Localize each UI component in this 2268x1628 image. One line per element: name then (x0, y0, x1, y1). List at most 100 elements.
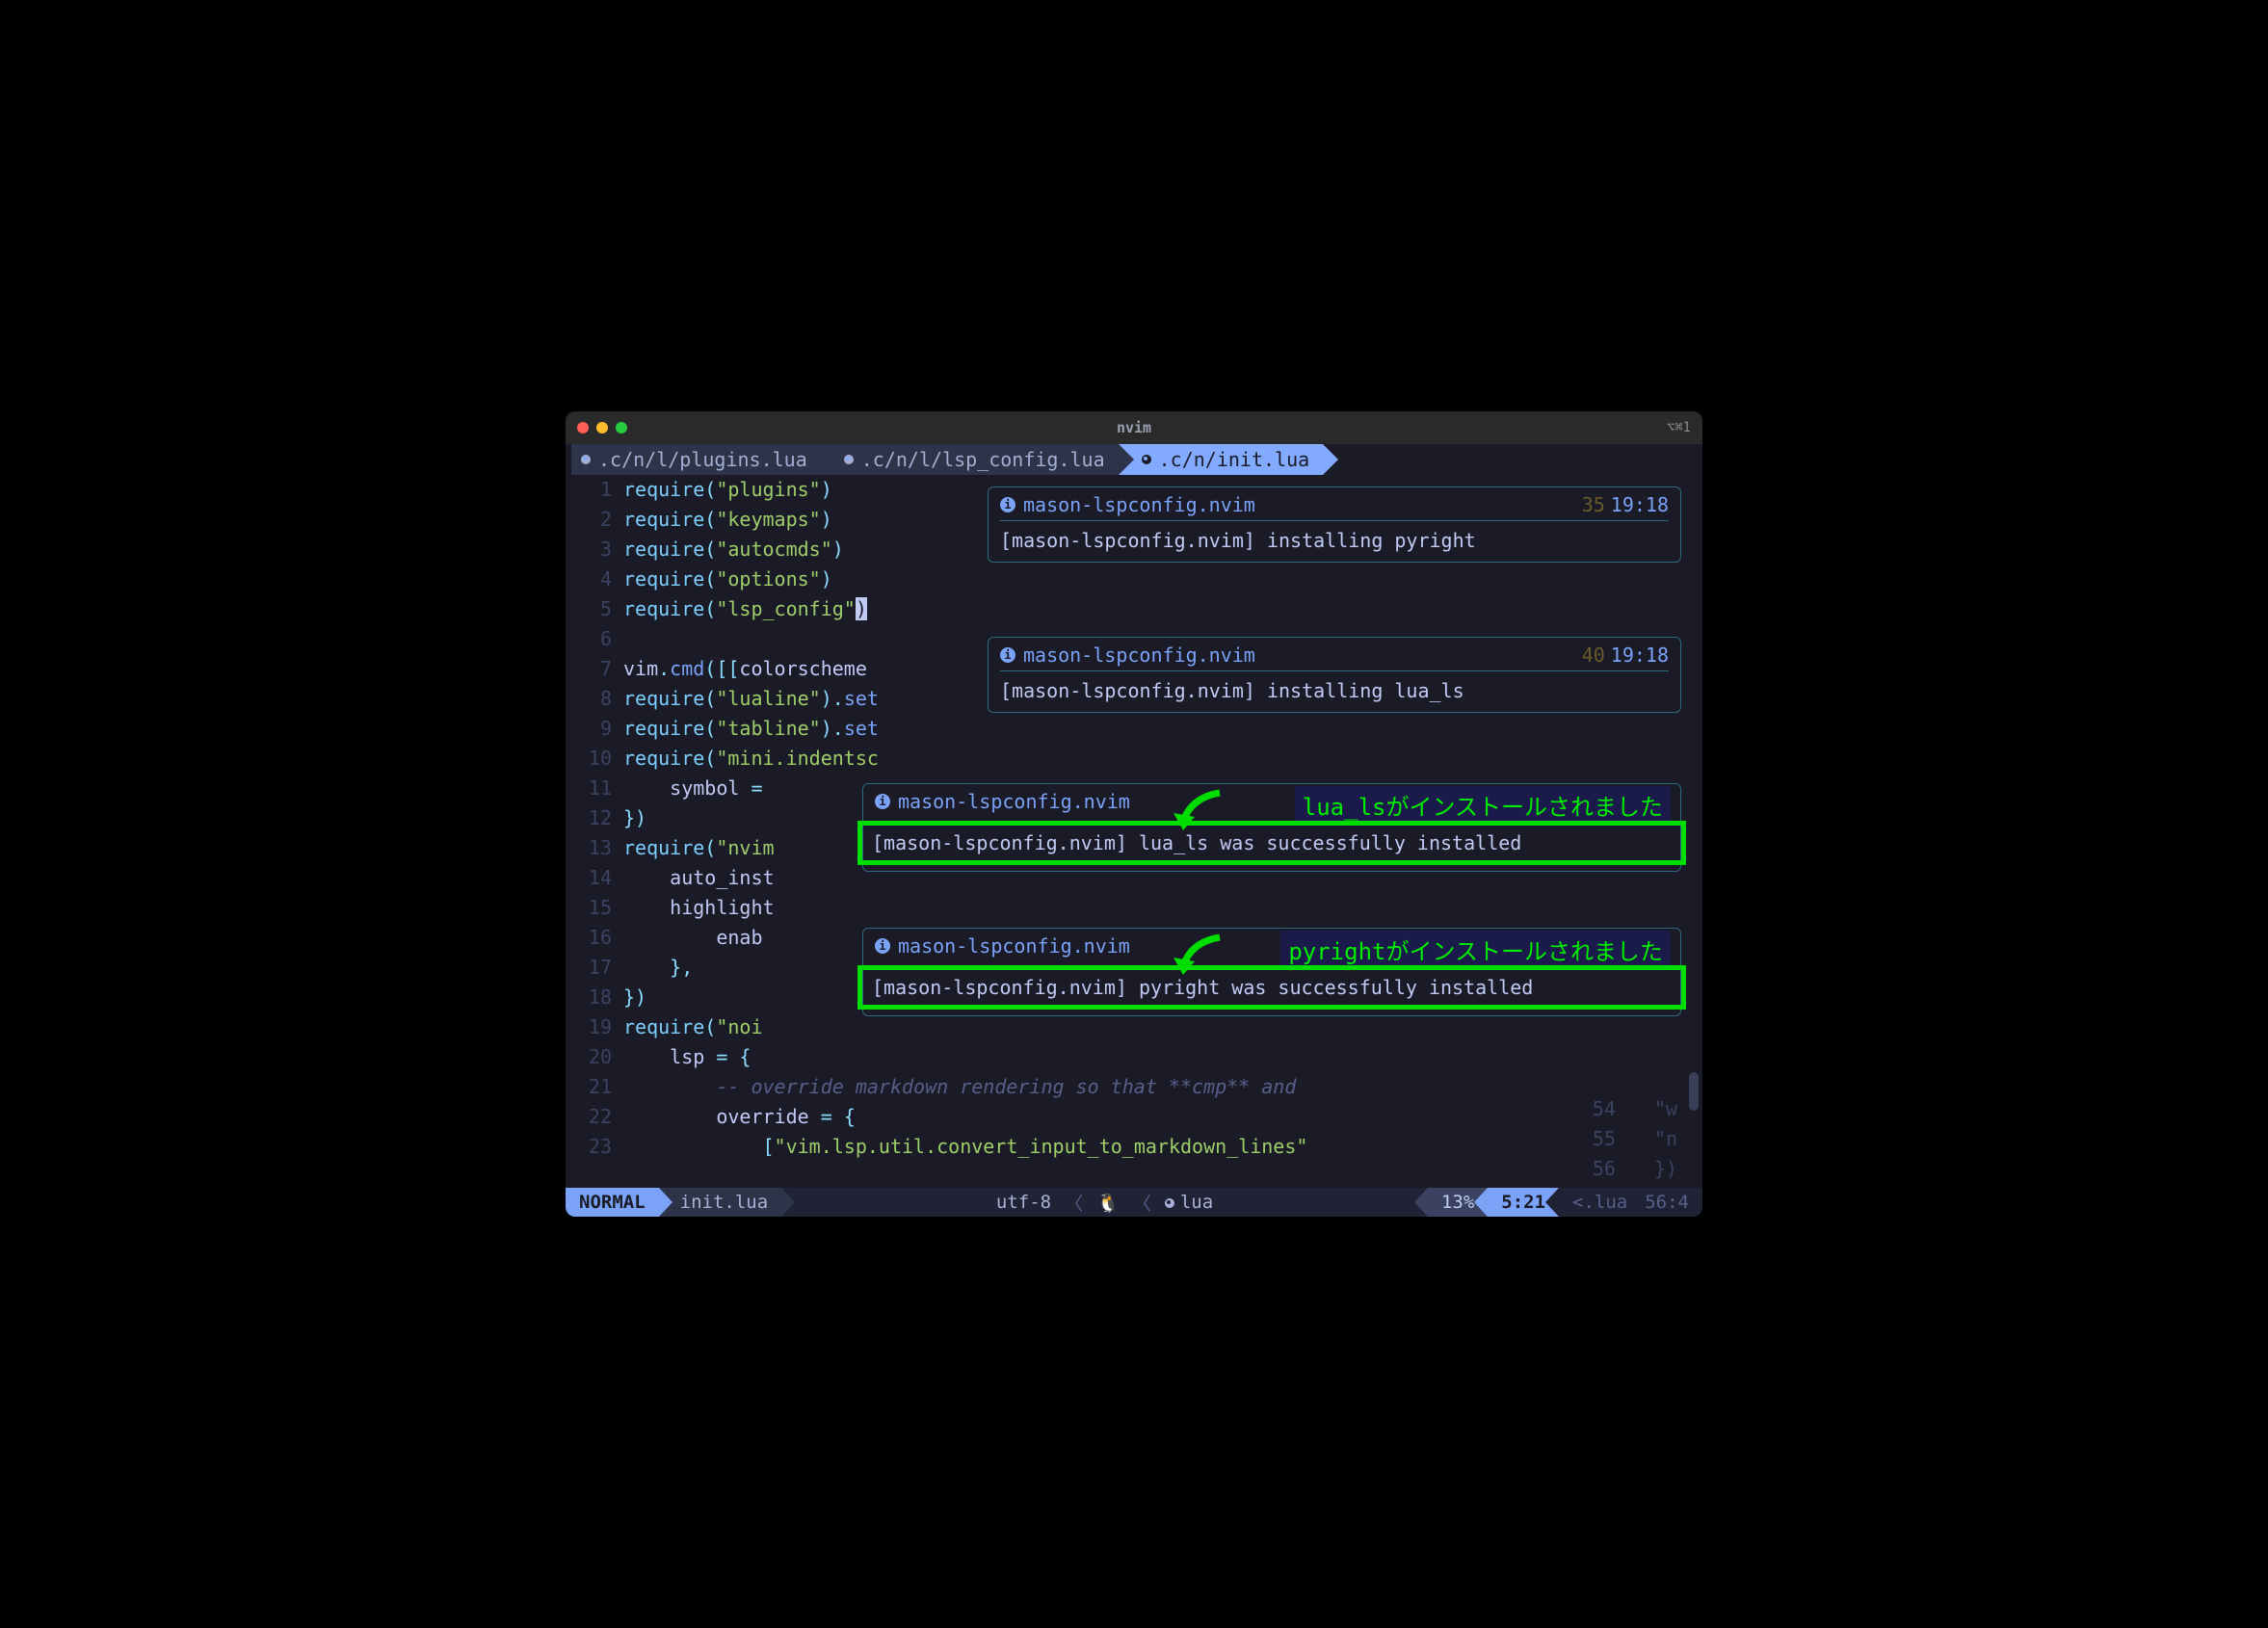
code-content[interactable]: vim.cmd([[colorscheme (623, 654, 879, 684)
notification-source: mason-lspconfig.nvim (1023, 643, 1255, 667)
notification: i mason-lspconfig.nvim 4019:18 [mason-ls… (988, 637, 1681, 713)
arrow-icon (1172, 932, 1229, 975)
alt-position: 56:4 (1641, 1188, 1702, 1217)
line-number: 23 (566, 1132, 623, 1162)
info-icon: i (1000, 647, 1015, 663)
code-line[interactable]: 20 lsp = { (566, 1042, 1702, 1072)
code-line[interactable]: 10require("mini.indentsc (566, 744, 1702, 774)
filename: init.lua (659, 1188, 782, 1217)
code-content[interactable]: require("mini.indentsc (623, 744, 879, 774)
line-number: 1 (566, 475, 623, 505)
right-split-preview: 54"w 55"n 56}) (1577, 1094, 1677, 1184)
line-number: 4 (566, 565, 623, 594)
annotation-label: lua_lsがインストールされました (1295, 786, 1671, 824)
line-number: 8 (566, 684, 623, 714)
code-content[interactable]: require("keymaps") (623, 505, 832, 535)
code-line[interactable]: 23 ["vim.lsp.util.convert_input_to_markd… (566, 1132, 1702, 1162)
notification-body: [mason-lspconfig.nvim] lua_ls was succes… (872, 831, 1672, 854)
notification-source: mason-lspconfig.nvim (898, 934, 1130, 958)
maximize-icon[interactable] (616, 422, 627, 433)
line-number: 3 (566, 535, 623, 565)
arrow-icon (1172, 788, 1229, 830)
scrollbar[interactable] (1689, 513, 1699, 1149)
code-content[interactable]: lsp = { (623, 1042, 751, 1072)
lua-icon (1165, 1198, 1174, 1208)
line-number: 16 (566, 923, 623, 953)
code-content[interactable]: require("options") (623, 565, 832, 594)
line-number: 18 (566, 983, 623, 1012)
line-number: 17 (566, 953, 623, 983)
code-line[interactable]: 9require("tabline").set (566, 714, 1702, 744)
editor[interactable]: 1require("plugins")2require("keymaps")3r… (566, 475, 1702, 1188)
line-number: 10 (566, 744, 623, 774)
close-icon[interactable] (577, 422, 589, 433)
code-content[interactable]: require("tabline").set (623, 714, 879, 744)
lua-icon (581, 455, 591, 464)
code-content[interactable]: require("nvim (623, 833, 775, 863)
notification: i mason-lspconfig.nvim 3519:18 [mason-ls… (988, 486, 1681, 563)
line-number: 22 (566, 1102, 623, 1132)
filetype: lua (1165, 1192, 1213, 1213)
alt-file: <.lua (1559, 1188, 1641, 1217)
tab-label: .c/n/l/lsp_config.lua (861, 448, 1105, 471)
line-number: 2 (566, 505, 623, 535)
window-title: nvim (1117, 419, 1151, 436)
notification-time: 3519:18 (1582, 493, 1669, 516)
code-content[interactable]: require("noi (623, 1012, 763, 1042)
line-number: 15 (566, 893, 623, 923)
line-number: 5 (566, 594, 623, 624)
titlebar: nvim ⌥⌘1 (566, 411, 1702, 444)
code-line[interactable]: 21 -- override markdown rendering so tha… (566, 1072, 1702, 1102)
code-content[interactable]: -- override markdown rendering so that *… (623, 1072, 1296, 1102)
code-line[interactable]: 19require("noi (566, 1012, 1702, 1042)
code-content[interactable]: }) (623, 803, 646, 833)
line-number: 7 (566, 654, 623, 684)
lua-icon (1142, 455, 1151, 464)
encoding: utf-8 (996, 1192, 1051, 1213)
lua-icon (844, 455, 854, 464)
line-number: 9 (566, 714, 623, 744)
statusline: NORMAL init.lua utf-8 〈 🐧 〈 lua 13% 5:21… (566, 1188, 1702, 1217)
code-content[interactable]: auto_inst (623, 863, 775, 893)
code-content[interactable]: highlight (623, 893, 775, 923)
notification: i mason-lspconfig.nvim lua_lsがインストールされまし… (862, 783, 1681, 872)
notification: i mason-lspconfig.nvim pyrightがインストールされま… (862, 928, 1681, 1016)
tab-init[interactable]: .c/n/init.lua (1119, 444, 1324, 475)
code-content[interactable]: require("autocmds") (623, 535, 844, 565)
code-content[interactable]: enab (623, 923, 763, 953)
minimize-icon[interactable] (596, 422, 608, 433)
code-content[interactable]: require("lualine").set (623, 684, 879, 714)
line-number: 12 (566, 803, 623, 833)
line-number: 13 (566, 833, 623, 863)
info-icon: i (875, 938, 890, 954)
line-number: 21 (566, 1072, 623, 1102)
notification-source: mason-lspconfig.nvim (1023, 493, 1255, 516)
os-icon: 🐧 (1096, 1192, 1120, 1214)
notification-body: [mason-lspconfig.nvim] installing pyrigh… (1000, 529, 1669, 552)
line-number: 14 (566, 863, 623, 893)
code-line[interactable]: 4require("options") (566, 565, 1702, 594)
notification-body: [mason-lspconfig.nvim] installing lua_ls (1000, 679, 1669, 702)
code-content[interactable]: symbol = (623, 774, 763, 803)
window-shortcut-hint: ⌥⌘1 (1667, 420, 1691, 435)
code-content[interactable]: require("lsp_config") (623, 594, 867, 624)
annotation-label: pyrightがインストールされました (1280, 931, 1671, 968)
code-content[interactable]: }, (623, 953, 693, 983)
notification-body: [mason-lspconfig.nvim] pyright was succe… (872, 976, 1672, 999)
tab-lspconfig[interactable]: .c/n/l/lsp_config.lua (821, 444, 1119, 475)
code-line[interactable]: 5require("lsp_config") (566, 594, 1702, 624)
code-line[interactable]: 22 override = { (566, 1102, 1702, 1132)
notification-source: mason-lspconfig.nvim (898, 790, 1130, 813)
tab-plugins[interactable]: .c/n/l/plugins.lua (571, 444, 821, 475)
code-content[interactable]: }) (623, 983, 646, 1012)
tab-label: .c/n/l/plugins.lua (598, 448, 807, 471)
info-icon: i (1000, 497, 1015, 512)
traffic-lights (577, 422, 627, 433)
tabline: .c/n/l/plugins.lua .c/n/l/lsp_config.lua… (566, 444, 1702, 475)
tab-label: .c/n/init.lua (1159, 448, 1310, 471)
code-content[interactable]: require("plugins") (623, 475, 832, 505)
code-line[interactable]: 15 highlight (566, 893, 1702, 923)
notification-time: 4019:18 (1582, 643, 1669, 667)
code-content[interactable]: override = { (623, 1102, 856, 1132)
code-content[interactable]: ["vim.lsp.util.convert_input_to_markdown… (623, 1132, 1307, 1162)
